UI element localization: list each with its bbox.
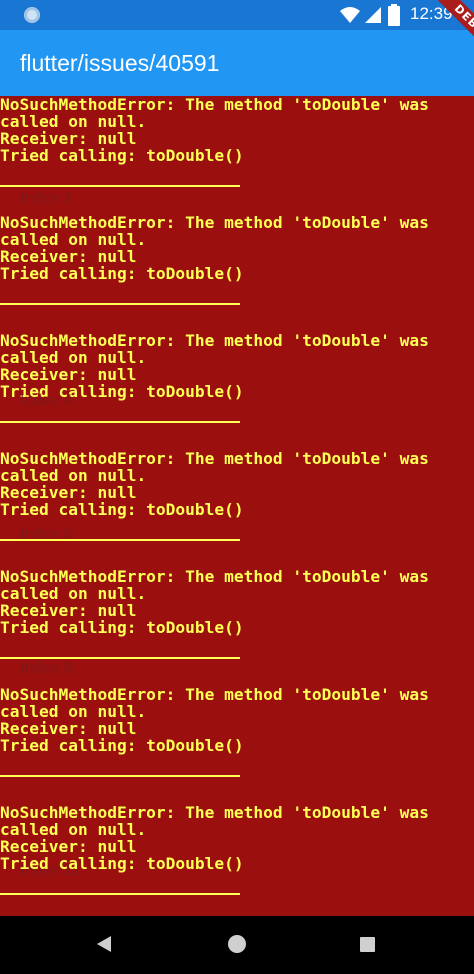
error-underline [0, 893, 240, 895]
index-label: Index 8 [20, 660, 73, 677]
error-underline [0, 185, 240, 187]
home-icon[interactable] [228, 935, 246, 953]
list-item: Index 1 NoSuchMethodError: The method 't… [0, 190, 474, 332]
error-message: NoSuchMethodError: The method 'toDouble'… [0, 96, 460, 164]
signal-icon [365, 7, 381, 23]
error-message: NoSuchMethodError: The method 'toDouble'… [0, 214, 460, 282]
list-item: Index 11 NoSuchMethodError: The method '… [0, 804, 474, 916]
app-bar: flutter/issues/40591 [0, 30, 474, 96]
error-message: NoSuchMethodError: The method 'toDouble'… [0, 568, 460, 636]
back-icon[interactable] [97, 936, 111, 952]
error-message: NoSuchMethodError: The method 'toDouble'… [0, 332, 460, 400]
index-label: Index 1 [20, 190, 73, 207]
error-line: Tried calling: toDouble() [0, 146, 244, 165]
error-message: NoSuchMethodError: The method 'toDouble'… [0, 686, 460, 754]
error-underline [0, 421, 240, 423]
error-underline [0, 775, 240, 777]
error-line: Tried calling: toDouble() [0, 500, 244, 519]
error-line: Tried calling: toDouble() [0, 736, 244, 755]
error-message: NoSuchMethodError: The method 'toDouble'… [0, 450, 460, 518]
battery-icon [388, 4, 400, 26]
status-bar: 12:39 [0, 0, 474, 30]
page-title: flutter/issues/40591 [20, 50, 220, 76]
error-message: NoSuchMethodError: The method 'toDouble'… [0, 804, 460, 872]
list-item: Index 8 NoSuchMethodError: The method 't… [0, 660, 474, 804]
error-list[interactable]: NoSuchMethodError: The method 'toDouble'… [0, 96, 474, 916]
index-label: Index 4 [20, 392, 73, 409]
navigation-bar [0, 916, 474, 974]
status-dot-icon [24, 7, 40, 23]
screen: 12:39 DEBUG flutter/issues/40591 NoSuchM… [0, 0, 474, 974]
error-line: Tried calling: toDouble() [0, 618, 244, 637]
error-underline [0, 657, 240, 659]
list-item: NoSuchMethodError: The method 'toDouble'… [0, 332, 474, 450]
wifi-icon [340, 7, 360, 23]
recents-icon[interactable] [360, 937, 375, 952]
list-item: Index 4 NoSuchMethodError: The method 't… [0, 392, 474, 568]
error-line: Tried calling: toDouble() [0, 854, 244, 873]
error-underline [0, 303, 240, 305]
index-label: Index 6 [20, 526, 73, 543]
error-line: Tried calling: toDouble() [0, 264, 244, 283]
